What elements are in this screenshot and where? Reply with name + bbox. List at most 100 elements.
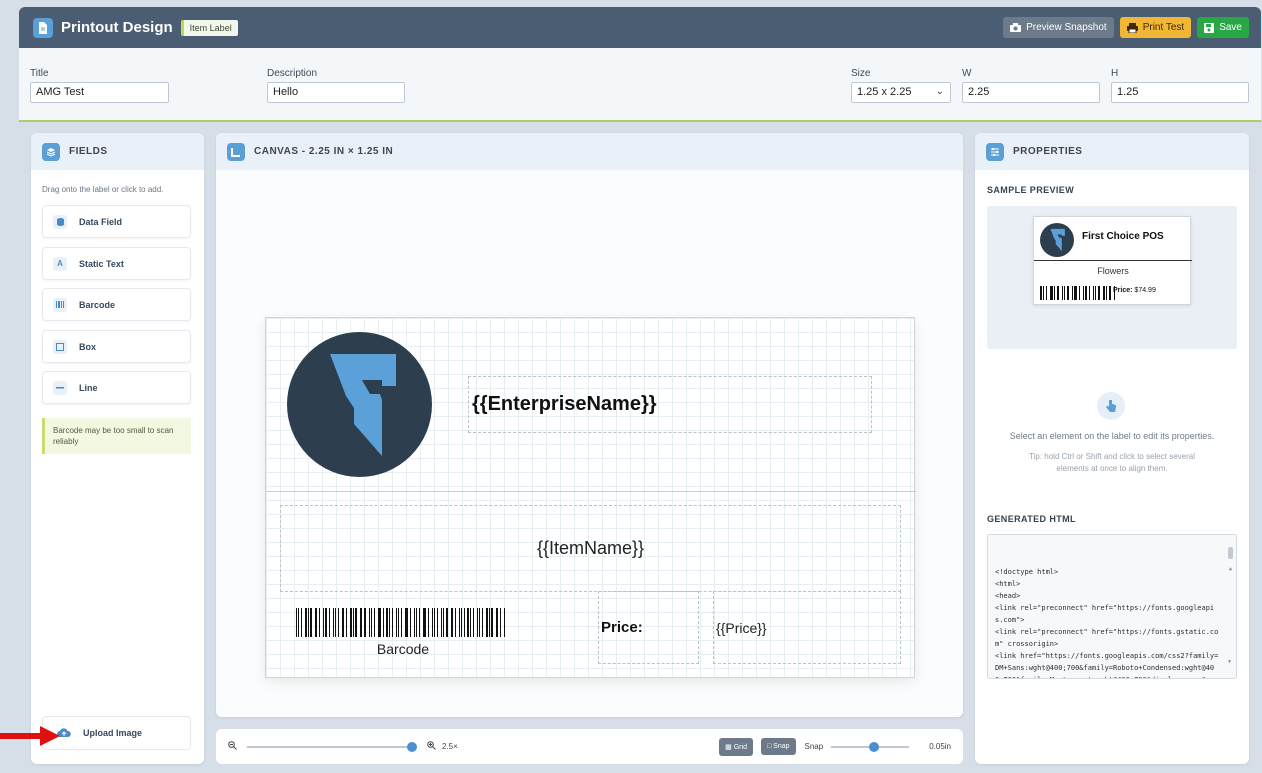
zoom-out-icon[interactable] <box>228 741 237 752</box>
barcode-bar <box>379 608 381 637</box>
save-button[interactable]: Save <box>1197 17 1249 38</box>
properties-panel-header: PROPERTIES <box>975 133 1249 170</box>
barcode-bar <box>485 608 488 637</box>
chevron-down-icon: ⌄ <box>935 86 944 97</box>
upload-image-button[interactable]: Upload Image <box>42 716 191 750</box>
generated-html-code[interactable]: <!doctype html> <html> <head> <link rel=… <box>987 534 1237 679</box>
barcode-bar <box>332 608 334 637</box>
title-input[interactable]: AMG Test <box>30 82 169 103</box>
canvas-panel-header: CANVAS - 2.25 IN × 1.25 IN <box>216 133 963 170</box>
barcode-bar <box>1072 286 1073 300</box>
field-item-data-field[interactable]: Data Field <box>42 205 191 238</box>
print-test-button[interactable]: Print Test <box>1119 17 1192 38</box>
barcode-bar <box>404 608 406 637</box>
logo-image[interactable] <box>287 332 432 477</box>
barcode-bar <box>413 608 415 637</box>
enterprise-name-field[interactable]: {{EnterpriseName}} <box>468 376 872 433</box>
barcode-bar <box>461 608 462 637</box>
canvas-panel: CANVAS - 2.25 IN × 1.25 IN {{EnterpriseN… <box>216 133 963 717</box>
divider-line[interactable] <box>266 491 916 492</box>
zoom-in-icon[interactable] <box>427 741 436 752</box>
properties-panel-title: PROPERTIES <box>1013 146 1083 157</box>
barcode-bar <box>1062 286 1063 300</box>
sliders-icon <box>986 142 1004 161</box>
canvas-area[interactable]: {{EnterpriseName}} {{ItemName}} Barcode … <box>216 170 963 717</box>
field-item-barcode[interactable]: Barcode <box>42 288 191 321</box>
barcode-bar <box>1074 286 1077 300</box>
zoom-slider-knob[interactable] <box>406 741 417 752</box>
height-field-group: H 1.25 <box>1111 68 1249 103</box>
barcode-element[interactable]: Barcode <box>296 608 510 666</box>
sample-item-name: Flowers <box>1097 266 1129 276</box>
floppy-icon <box>1204 22 1215 33</box>
barcode-bar <box>337 608 339 637</box>
barcode-bar <box>352 608 354 637</box>
barcode-bar <box>455 608 457 637</box>
item-name-field[interactable]: {{ItemName}} <box>280 505 901 592</box>
barcode-bar <box>491 608 493 637</box>
page-title: Printout Design <box>61 19 173 36</box>
description-field-group: Description Hello <box>267 68 405 103</box>
barcode-bar <box>369 608 370 637</box>
width-input[interactable]: 2.25 <box>962 82 1100 103</box>
zoom-toolbar: 2.5× ▦ Grid □ Snap Snap 0.05in <box>216 729 963 764</box>
field-item-label: Box <box>79 341 97 352</box>
size-select[interactable]: 1.25 x 2.25 ⌄ <box>851 82 951 103</box>
label-type-badge: Item Label <box>180 19 238 36</box>
barcode-bar <box>488 608 490 637</box>
barcode-bar <box>434 608 435 637</box>
code-scrollbar-thumb[interactable] <box>1228 547 1233 559</box>
scroll-down-icon[interactable]: ▼ <box>1228 656 1231 668</box>
barcode-bar <box>1095 286 1096 300</box>
barcode-bar <box>1079 286 1080 300</box>
size-label: Size <box>851 68 871 79</box>
zoom-slider[interactable] <box>247 741 417 752</box>
barcode-bar <box>481 608 483 637</box>
field-item-line[interactable]: Line <box>42 371 191 404</box>
price-value-field[interactable]: {{Price}} <box>713 591 901 664</box>
box-icon <box>53 339 67 354</box>
snap-toggle-button[interactable]: □ Snap <box>760 738 796 755</box>
barcode-bar <box>422 608 424 637</box>
barcode-bar <box>428 608 429 637</box>
scroll-up-icon[interactable]: ▲ <box>1228 563 1233 575</box>
barcode-caption: Barcode <box>376 641 430 657</box>
sample-label: First Choice POS Flowers Price: $74.99 <box>1033 216 1192 305</box>
sample-preview-title: SAMPLE PREVIEW <box>987 185 1075 195</box>
barcode-bar <box>469 608 472 637</box>
barcode-bar <box>1109 286 1111 300</box>
field-item-box[interactable]: Box <box>42 330 191 363</box>
preview-snapshot-button[interactable]: Preview Snapshot <box>1003 17 1114 38</box>
sample-barcode <box>1040 286 1116 300</box>
sample-preview: First Choice POS Flowers Price: $74.99 <box>987 206 1237 349</box>
barcode-bar <box>370 608 373 637</box>
barcode-bar <box>307 608 309 637</box>
barcode-bar <box>463 608 465 637</box>
barcode-bars <box>296 608 506 637</box>
barcode-bar <box>314 608 316 637</box>
camera-icon <box>1010 23 1022 32</box>
barcode-bar <box>431 608 434 637</box>
barcode-bar <box>467 608 469 637</box>
barcode-bar <box>304 608 307 637</box>
description-input[interactable]: Hello <box>267 82 405 103</box>
code-scrollbar[interactable]: ▲ ▼ <box>1228 539 1233 674</box>
barcode-bar <box>409 608 411 637</box>
red-arrow-annotation-icon <box>0 726 60 746</box>
price-label-field[interactable]: Price: <box>598 591 699 664</box>
pointer-hand-icon <box>1097 392 1125 420</box>
size-select-value: 1.25 x 2.25 <box>857 86 912 98</box>
snap-slider[interactable] <box>831 741 910 752</box>
fields-panel: FIELDS Drag onto the label or click to a… <box>31 133 204 764</box>
barcode-warning: Barcode may be too small to scan reliabl… <box>42 418 191 454</box>
barcode-bar <box>343 608 344 637</box>
label-preview[interactable]: {{EnterpriseName}} {{ItemName}} Barcode … <box>265 317 916 678</box>
barcode-bar <box>310 608 312 637</box>
grid-toggle-button[interactable]: ▦ Grid <box>719 737 753 756</box>
barcode-bar <box>363 608 367 637</box>
barcode-bar <box>1054 286 1055 300</box>
height-input[interactable]: 1.25 <box>1111 82 1249 103</box>
snap-slider-knob[interactable] <box>869 741 880 752</box>
barcode-bar <box>424 608 427 637</box>
field-item-static-text[interactable]: A Static Text <box>42 247 191 280</box>
